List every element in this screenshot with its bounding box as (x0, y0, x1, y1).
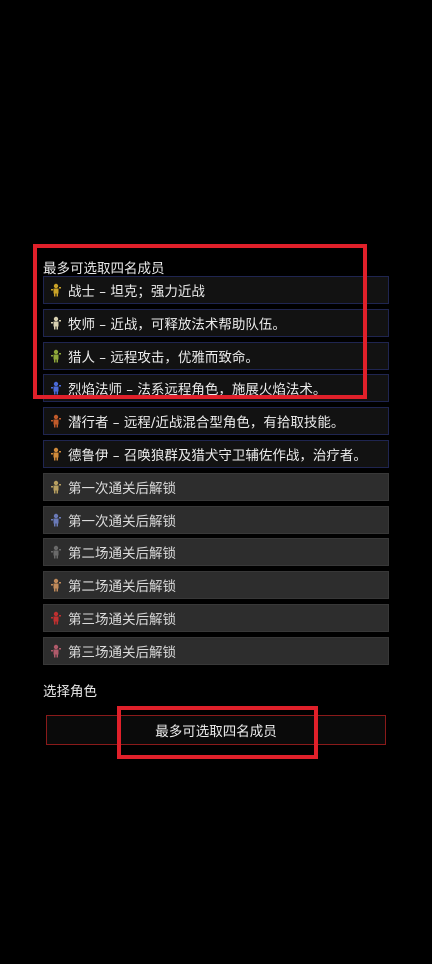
role-label: 猎人 – 远程攻击，优雅而致命。 (68, 349, 259, 366)
locked-class-icon (50, 644, 62, 658)
mage-icon (50, 381, 62, 395)
role-label: 第二场通关后解锁 (68, 546, 176, 563)
role-label: 德鲁伊 – 召唤狼群及猎犬守卫辅佐作战，治疗者。 (68, 447, 367, 464)
role-label: 潜行者 – 远程/近战混合型角色，有拾取技能。 (68, 415, 345, 432)
locked-role-row[interactable]: 第一次通关后解锁 (43, 472, 389, 501)
role-row[interactable]: 烈焰法师 – 法系远程角色，施展火焰法术。 (43, 374, 389, 403)
locked-role-row[interactable]: 第二场通关后解锁 (43, 571, 389, 600)
select-role-label: 选择角色 (43, 684, 97, 700)
role-label: 第一次通关后解锁 (68, 513, 176, 530)
role-label: 第二场通关后解锁 (68, 579, 176, 596)
confirm-button-label: 最多可选取四名成员 (155, 724, 277, 740)
role-row[interactable]: 战士 – 坦克；强力近战 (43, 276, 389, 304)
locked-class-icon (50, 545, 62, 559)
locked-class-icon (50, 480, 62, 494)
role-label: 第三场通关后解锁 (68, 644, 176, 661)
role-row[interactable]: 牧师 – 近战，可释放法术帮助队伍。 (43, 308, 389, 337)
role-list: 战士 – 坦克；强力近战 牧师 – 近战，可释放法术帮助队伍。 猎人 – 远程攻… (43, 276, 389, 670)
role-label: 烈焰法师 – 法系远程角色，施展火焰法术。 (68, 382, 327, 399)
locked-role-row[interactable]: 第三场通关后解锁 (43, 636, 389, 665)
locked-class-icon (50, 513, 62, 527)
locked-role-row[interactable]: 第二场通关后解锁 (43, 538, 389, 567)
warrior-icon (50, 283, 62, 297)
role-label: 战士 – 坦克；强力近战 (68, 284, 205, 300)
role-row[interactable]: 猎人 – 远程攻击，优雅而致命。 (43, 341, 389, 370)
locked-role-row[interactable]: 第一次通关后解锁 (43, 505, 389, 534)
role-label: 第三场通关后解锁 (68, 611, 176, 628)
party-header: 最多可选取四名成员 (43, 261, 165, 277)
hunter-icon (50, 349, 62, 363)
role-label: 第一次通关后解锁 (68, 480, 176, 497)
role-label: 牧师 – 近战，可释放法术帮助队伍。 (68, 316, 286, 333)
locked-class-icon (50, 578, 62, 592)
role-row[interactable]: 德鲁伊 – 召唤狼群及猎犬守卫辅佐作战，治疗者。 (43, 439, 389, 468)
locked-role-row[interactable]: 第三场通关后解锁 (43, 603, 389, 632)
rogue-icon (50, 414, 62, 428)
role-row[interactable]: 潜行者 – 远程/近战混合型角色，有拾取技能。 (43, 407, 389, 436)
confirm-button[interactable]: 最多可选取四名成员 (46, 715, 386, 745)
priest-icon (50, 316, 62, 330)
locked-class-icon (50, 611, 62, 625)
druid-icon (50, 447, 62, 461)
